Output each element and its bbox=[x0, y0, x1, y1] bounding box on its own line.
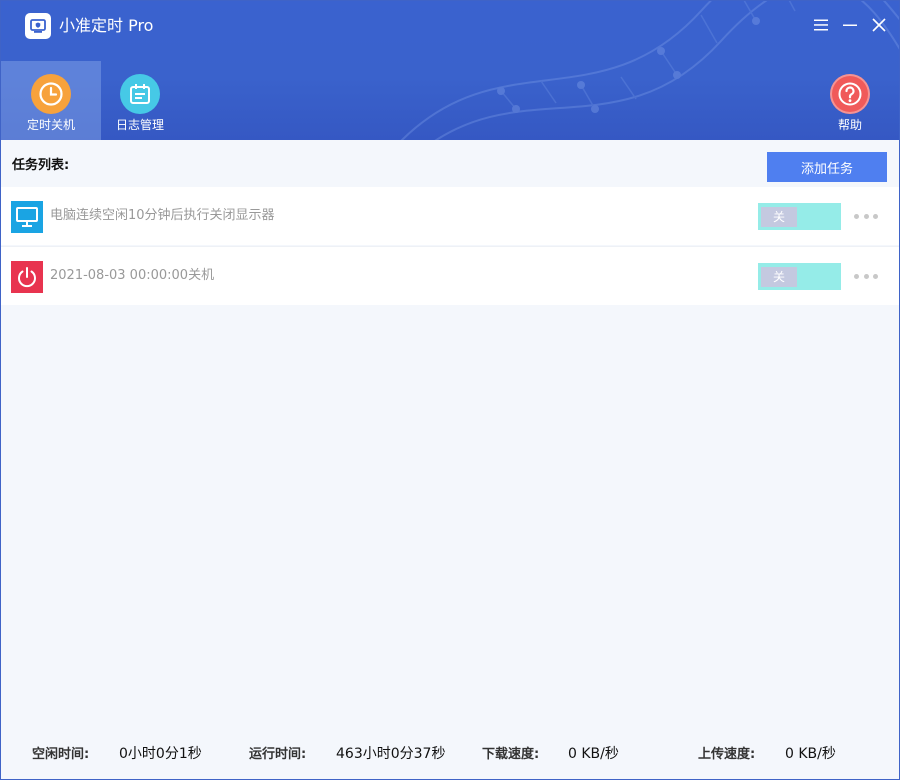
idle-time-value: 0小时0分1秒 bbox=[119, 746, 202, 762]
title-bar[interactable]: 小准定时 Pro bbox=[1, 1, 899, 51]
power-icon bbox=[11, 261, 43, 293]
task-row[interactable]: 电脑连续空闲10分钟后执行关闭显示器 关 bbox=[1, 187, 899, 245]
run-time-label: 运行时间: bbox=[249, 747, 307, 762]
monitor-icon bbox=[11, 201, 43, 233]
task-toggle[interactable]: 关 bbox=[758, 203, 841, 230]
app-window: 小准定时 Pro 定时关机 日志管理 帮助 任务列表: 添加任务 电脑连续空闲1… bbox=[0, 0, 900, 780]
help-icon bbox=[830, 74, 870, 114]
app-title: 小准定时 Pro bbox=[59, 16, 154, 35]
close-button[interactable] bbox=[869, 15, 889, 35]
task-description: 2021-08-03 00:00:00关机 bbox=[50, 268, 215, 283]
calendar-log-icon bbox=[120, 74, 160, 114]
tab-scheduled-shutdown[interactable]: 定时关机 bbox=[1, 61, 101, 140]
toggle-label: 关 bbox=[761, 267, 797, 287]
more-options-icon[interactable] bbox=[854, 207, 878, 225]
task-list-title: 任务列表: bbox=[12, 158, 70, 173]
hamburger-icon bbox=[814, 19, 828, 31]
download-speed-label: 下载速度: bbox=[482, 747, 540, 762]
help-label: 帮助 bbox=[837, 118, 862, 132]
task-toggle[interactable]: 关 bbox=[758, 263, 841, 290]
task-row[interactable]: 2021-08-03 00:00:00关机 关 bbox=[1, 246, 899, 305]
add-task-button[interactable]: 添加任务 bbox=[767, 152, 887, 182]
task-list-header: 任务列表: 添加任务 bbox=[1, 141, 899, 187]
toggle-label: 关 bbox=[761, 207, 797, 227]
more-options-icon[interactable] bbox=[854, 267, 878, 285]
run-time-value: 463小时0分37秒 bbox=[336, 746, 446, 762]
task-description: 电脑连续空闲10分钟后执行关闭显示器 bbox=[50, 208, 275, 223]
idle-time-label: 空闲时间: bbox=[32, 747, 90, 762]
clock-icon bbox=[31, 74, 71, 114]
minimize-button[interactable] bbox=[840, 15, 860, 35]
status-bar: 空闲时间: 0小时0分1秒 运行时间: 463小时0分37秒 下载速度: 0 K… bbox=[1, 739, 899, 769]
upload-speed-value: 0 KB/秒 bbox=[785, 746, 836, 762]
close-icon bbox=[872, 18, 886, 32]
menu-button[interactable] bbox=[811, 15, 831, 35]
tab-label: 日志管理 bbox=[115, 118, 164, 132]
help-button[interactable]: 帮助 bbox=[800, 61, 899, 140]
tab-label: 定时关机 bbox=[26, 118, 75, 132]
app-logo-icon bbox=[25, 13, 51, 39]
download-speed-value: 0 KB/秒 bbox=[568, 746, 619, 762]
tab-log-management[interactable]: 日志管理 bbox=[90, 61, 190, 140]
minimize-icon bbox=[843, 24, 857, 26]
header: 小准定时 Pro 定时关机 日志管理 帮助 bbox=[1, 1, 899, 140]
upload-speed-label: 上传速度: bbox=[698, 747, 756, 762]
